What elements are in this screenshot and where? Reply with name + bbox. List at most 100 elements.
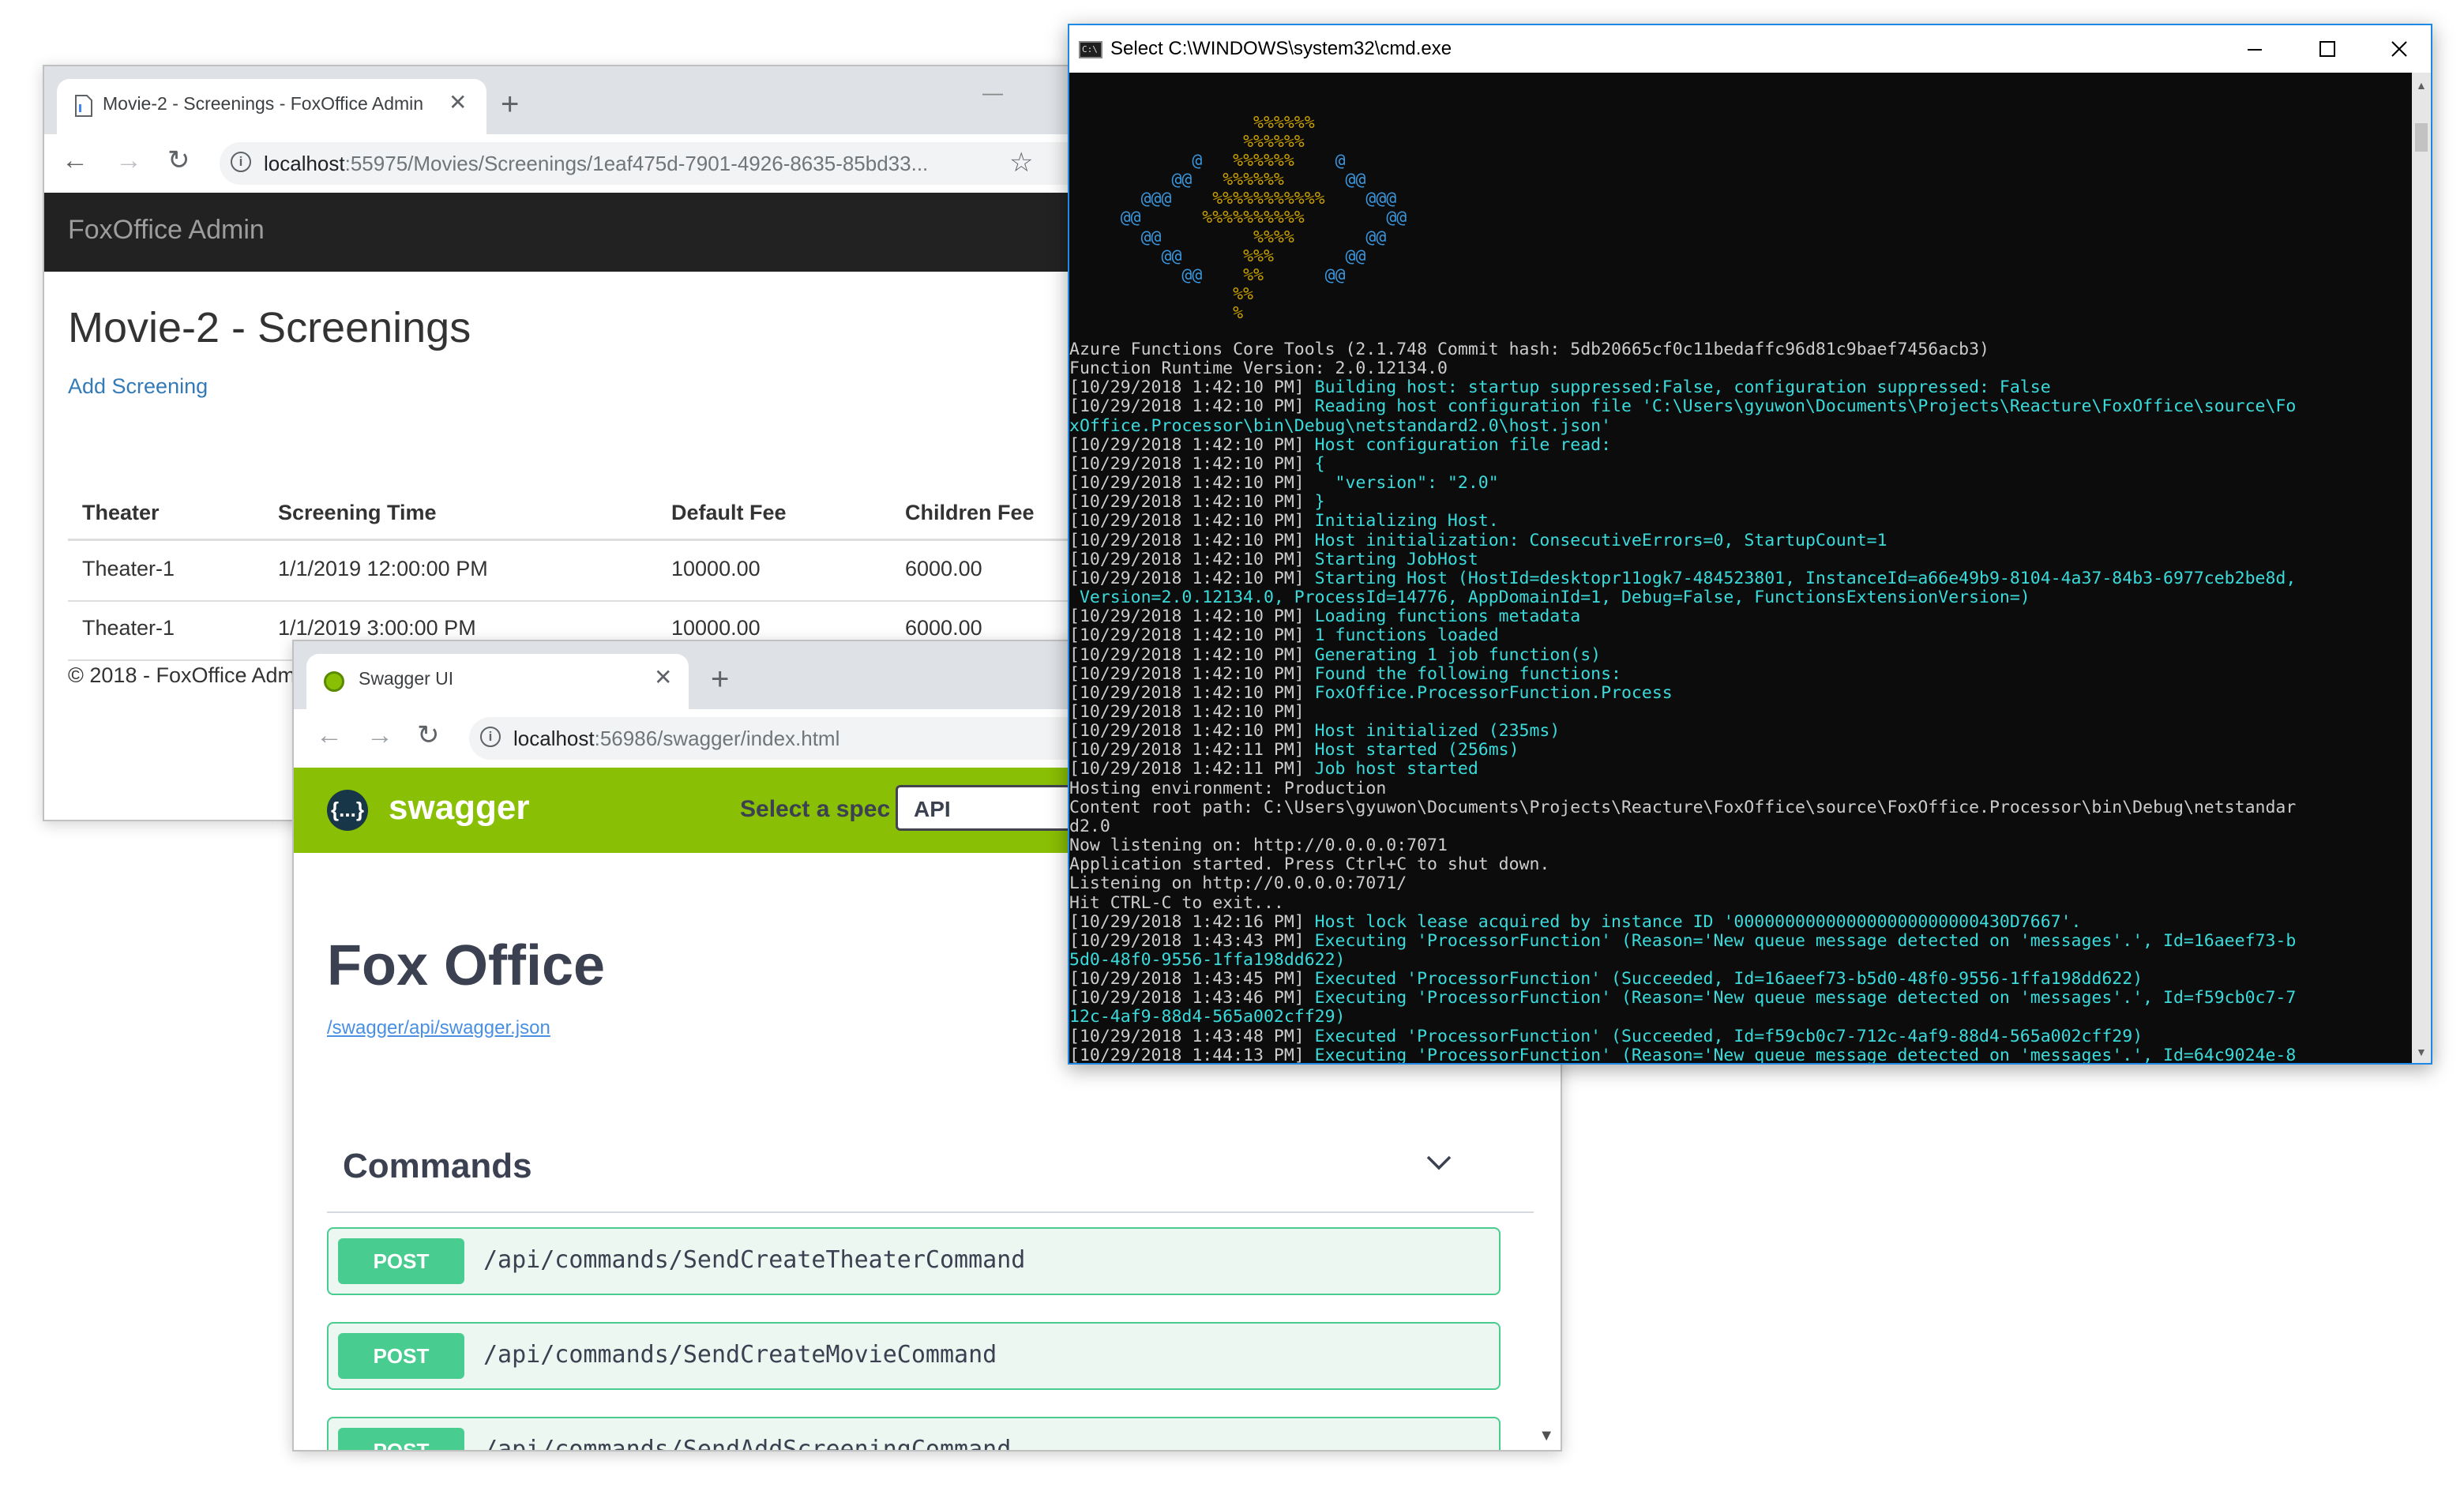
banner-line: @@ %%%% @@ — [1140, 227, 1387, 247]
table-row: Theater-1 1/1/2019 12:00:00 PM 10000.00 … — [68, 541, 1068, 602]
forward-arrow-icon[interactable]: → — [366, 722, 393, 749]
log-line: [10/29/2018 1:42:10 PM] "version": "2.0" — [1069, 473, 1499, 494]
log-line: [10/29/2018 1:42:16 PM] Host lock lease … — [1069, 911, 2082, 932]
swagger-brand[interactable]: swagger — [389, 788, 530, 828]
operation-send-create-movie[interactable]: POST /api/commands/SendCreateMovieComman… — [327, 1322, 1501, 1390]
log-line: [10/29/2018 1:43:45 PM] Executed 'Proces… — [1069, 969, 2143, 990]
new-tab-icon[interactable]: + — [711, 663, 729, 695]
log-line: Listening on http://0.0.0.0:7071/ — [1069, 873, 1407, 894]
log-line: [10/29/2018 1:42:10 PM] } — [1069, 492, 1325, 513]
log-line: Hit CTRL-C to exit... — [1069, 892, 1284, 913]
log-line: [10/29/2018 1:42:10 PM] Host initialized… — [1069, 721, 1561, 742]
banner-line: %%%%%% — [1243, 132, 1305, 152]
cell-theater: Theater-1 — [82, 557, 175, 580]
scrollbar-thumb[interactable] — [2415, 123, 2428, 152]
log-line: [10/29/2018 1:42:10 PM] Building host: s… — [1069, 377, 2051, 398]
info-icon[interactable]: i — [480, 727, 501, 747]
log-line: Content root path: C:\Users\gyuwon\Docum… — [1069, 797, 2297, 817]
azure-functions-ascii-logo: %%%%%% %%%%%% @ %%%%%% @ @@ %%%%%% @@ @@… — [1069, 113, 1407, 323]
api-title: Fox Office — [327, 934, 606, 997]
cell-default-fee: 10000.00 — [671, 616, 761, 640]
cell-theater: Theater-1 — [82, 616, 175, 640]
log-line: [10/29/2018 1:42:10 PM] Host configurati… — [1069, 434, 1612, 455]
tab-strip: Movie-2 - Screenings - FoxOffice Admin ✕… — [44, 66, 1068, 134]
site-brand[interactable]: FoxOffice Admin — [68, 215, 265, 246]
add-screening-link[interactable]: Add Screening — [68, 374, 208, 399]
log-line: Azure Functions Core Tools (2.1.748 Comm… — [1069, 340, 1989, 359]
url-text: localhost:55975/Movies/Screenings/1eaf47… — [264, 152, 928, 176]
back-arrow-icon[interactable]: ← — [316, 722, 343, 749]
log-line: [10/29/2018 1:42:11 PM] Job host started — [1069, 759, 1478, 779]
log-line: [10/29/2018 1:42:10 PM] { — [1069, 453, 1325, 474]
post-method-badge: POST — [338, 1238, 464, 1284]
info-icon[interactable]: i — [231, 152, 251, 172]
close-tab-icon[interactable]: ✕ — [654, 667, 672, 689]
banner-line: @@ %% @@ — [1181, 265, 1346, 285]
cell-default-fee: 10000.00 — [671, 557, 761, 580]
console-app-icon: C:\ — [1079, 41, 1102, 58]
bookmark-star-icon[interactable]: ☆ — [1009, 147, 1033, 178]
scroll-up-arrow-icon[interactable]: ▲ — [2416, 79, 2427, 92]
log-line: [10/29/2018 1:42:10 PM] Starting JobHost — [1069, 549, 1478, 569]
scroll-down-arrow-icon[interactable]: ▼ — [2416, 1046, 2427, 1058]
log-line: Now listening on: http://0.0.0.0:7071 — [1069, 836, 1448, 856]
new-tab-icon[interactable]: + — [501, 88, 519, 120]
reload-icon[interactable]: ↻ — [417, 722, 440, 749]
minimize-icon[interactable] — [2218, 25, 2290, 73]
banner-line: % — [1233, 302, 1244, 323]
log-line: [10/29/2018 1:42:10 PM] Initializing Hos… — [1069, 511, 1499, 531]
console-log-text: Azure Functions Core Tools (2.1.748 Comm… — [1069, 340, 2296, 1063]
cell-children-fee: 6000.00 — [905, 557, 982, 580]
address-bar[interactable]: i localhost:55975/Movies/Screenings/1eaf… — [220, 142, 1068, 185]
log-line: [10/29/2018 1:42:10 PM] — [1069, 701, 1305, 722]
commands-section-title[interactable]: Commands — [343, 1147, 532, 1186]
cmd-window[interactable]: C:\ Select C:\WINDOWS\system32\cmd.exe %… — [1068, 24, 2432, 1065]
forward-arrow-icon[interactable]: → — [115, 147, 142, 174]
banner-line: @@ %%%%%% @@ — [1171, 170, 1366, 190]
back-arrow-icon[interactable]: ← — [62, 147, 88, 174]
log-line: [10/29/2018 1:42:11 PM] Host started (25… — [1069, 740, 1519, 761]
chevron-down-icon[interactable] — [1423, 1147, 1455, 1178]
operation-send-add-screening[interactable]: POST /api/commands/SendAddScreeningComma… — [327, 1417, 1501, 1452]
operation-path: /api/commands/SendCreateTheaterCommand — [483, 1246, 1026, 1274]
log-line: Hosting environment: Production — [1069, 778, 1387, 798]
column-header-default-fee: Default Fee — [671, 501, 787, 524]
minimize-icon[interactable]: — — [982, 81, 1003, 105]
spec-select-value: API — [914, 797, 951, 821]
column-header-children-fee: Children Fee — [905, 501, 1035, 524]
url-host: localhost — [513, 727, 595, 750]
swagger-json-link[interactable]: /swagger/api/swagger.json — [327, 1017, 550, 1039]
url-text: localhost:56986/swagger/index.html — [513, 727, 839, 751]
cell-screening-time: 1/1/2019 3:00:00 PM — [278, 616, 476, 640]
banner-line: @@ %%% @@ — [1161, 246, 1366, 266]
scroll-down-arrow-icon[interactable]: ▼ — [1538, 1427, 1554, 1445]
reload-icon[interactable]: ↻ — [167, 147, 190, 174]
log-line: [10/29/2018 1:42:10 PM] FoxOffice.Proces… — [1069, 682, 1673, 703]
site-navbar: FoxOffice Admin — [44, 193, 1068, 272]
page-icon — [74, 95, 93, 117]
log-line: Application started. Press Ctrl+C to shu… — [1069, 854, 1550, 875]
maximize-icon[interactable] — [2290, 25, 2363, 73]
operation-send-create-theater[interactable]: POST /api/commands/SendCreateTheaterComm… — [327, 1227, 1501, 1295]
url-path: :56986/swagger/index.html — [594, 727, 840, 750]
log-line: [10/29/2018 1:42:10 PM] Found the follow… — [1069, 663, 1621, 684]
tab-foxoffice-screenings[interactable]: Movie-2 - Screenings - FoxOffice Admin ✕ — [57, 79, 486, 134]
log-line: [10/29/2018 1:42:10 PM] Loading function… — [1069, 607, 1581, 627]
column-header-theater: Theater — [82, 501, 160, 524]
close-tab-icon[interactable]: ✕ — [449, 92, 467, 114]
url-path: :55975/Movies/Screenings/1eaf475d-7901-4… — [344, 152, 929, 175]
log-line: [10/29/2018 1:42:10 PM] Generating 1 job… — [1069, 644, 1602, 665]
log-line: [10/29/2018 1:42:10 PM] Starting Host (H… — [1069, 568, 2297, 588]
banner-line: @@ %%%%%%%%%% @@ — [1120, 208, 1407, 228]
log-line: 5d0-48f0-9556-1ffa198dd622) — [1069, 950, 1346, 970]
tab-swagger-ui[interactable]: Swagger UI ✕ — [306, 654, 689, 709]
browser-toolbar: ← → ↻ i localhost:55975/Movies/Screening… — [44, 134, 1068, 193]
tab-title: Swagger UI — [359, 668, 454, 689]
close-icon[interactable] — [2363, 25, 2431, 73]
console-output[interactable]: %%%%%% %%%%%% @ %%%%%% @ @@ %%%%%% @@ @@… — [1069, 73, 2412, 1063]
console-scrollbar[interactable]: ▲ ▼ — [2412, 73, 2431, 1063]
cmd-title-bar[interactable]: C:\ Select C:\WINDOWS\system32\cmd.exe — [1069, 25, 2431, 73]
log-line: [10/29/2018 1:42:10 PM] Host initializat… — [1069, 530, 1887, 550]
log-line: [10/29/2018 1:42:10 PM] 1 functions load… — [1069, 625, 1499, 646]
operation-path: /api/commands/SendAddScreeningCommand — [483, 1436, 1012, 1452]
